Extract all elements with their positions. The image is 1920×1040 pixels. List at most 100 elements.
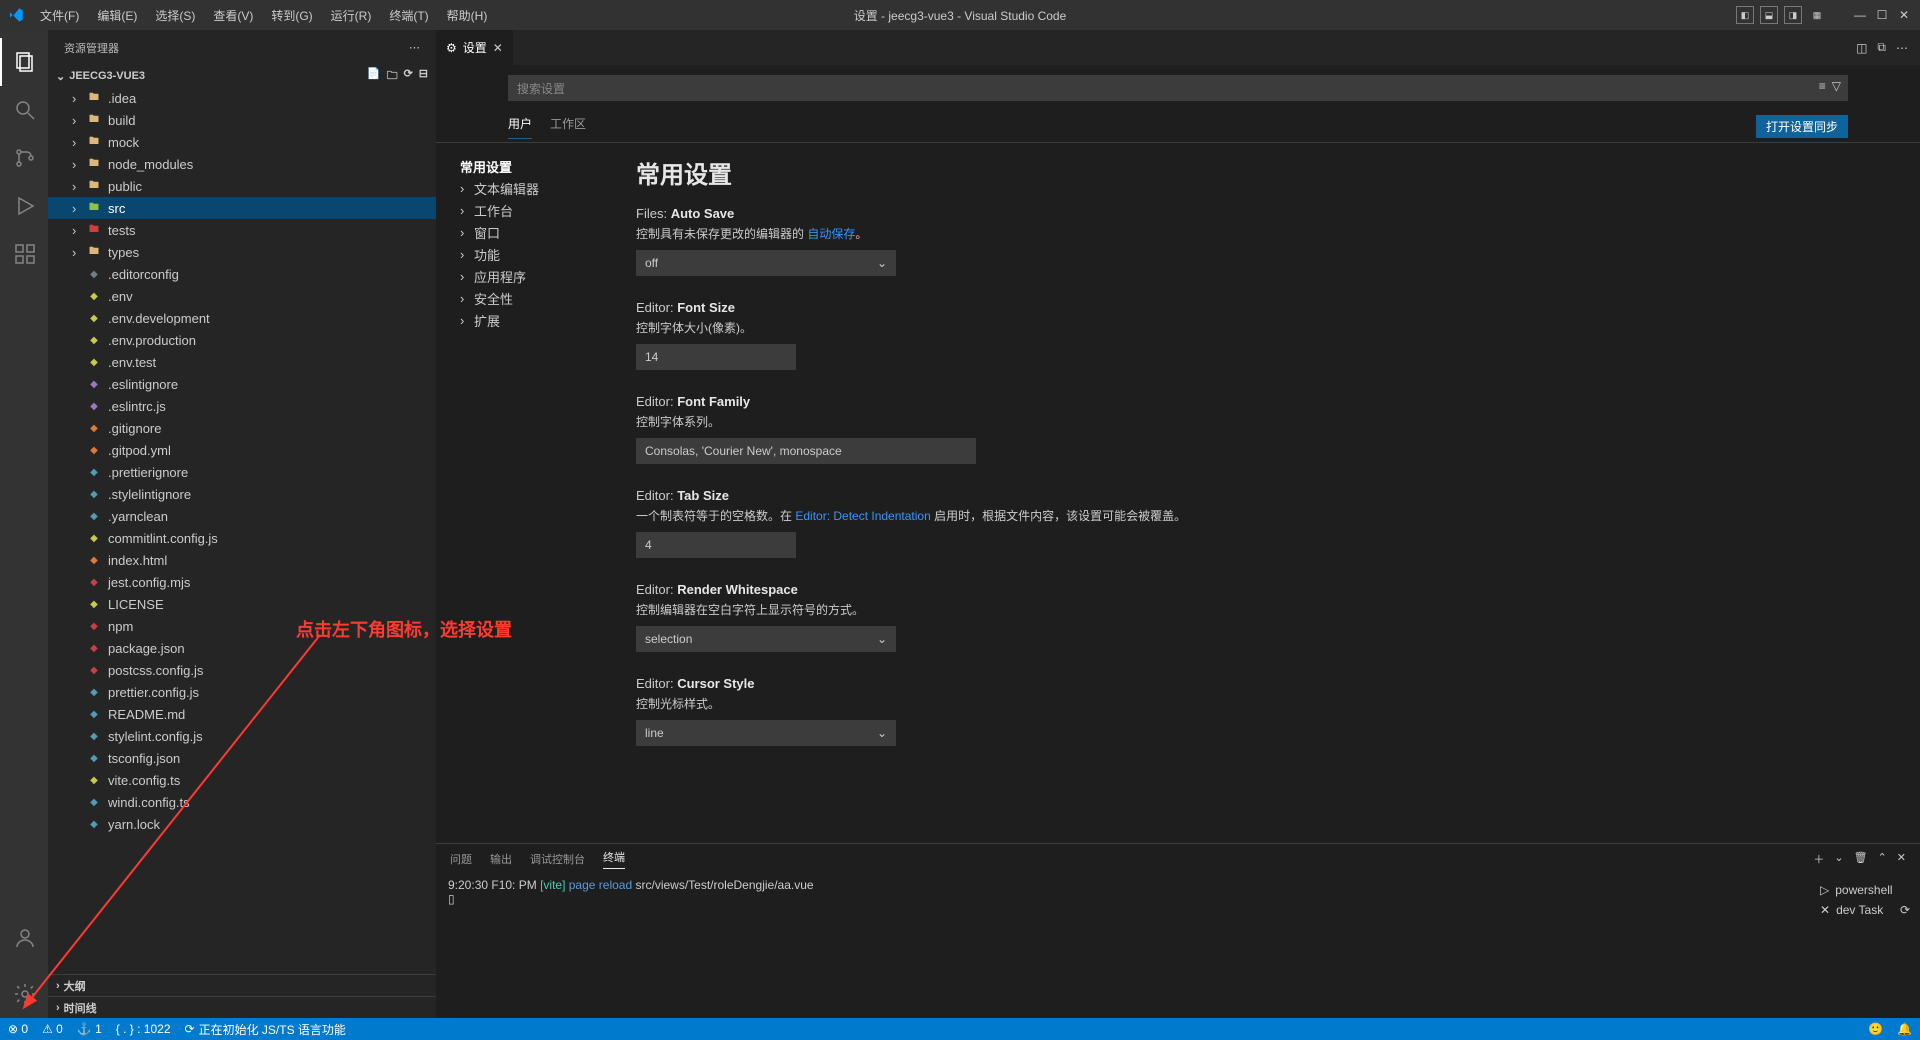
sidebar-more-icon[interactable]: ⋯ (409, 41, 420, 54)
activity-settings[interactable] (0, 970, 48, 1018)
detect-indent-link[interactable]: Editor: Detect Indentation (795, 509, 930, 523)
scope-user[interactable]: 用户 (508, 115, 532, 139)
close-panel-icon[interactable]: ✕ (1897, 851, 1906, 867)
menu-goto[interactable]: 转到(G) (263, 3, 320, 28)
file-.stylelintignore[interactable]: ◆.stylelintignore (48, 483, 436, 505)
file-.editorconfig[interactable]: ◆.editorconfig (48, 263, 436, 285)
file-prettier.config.js[interactable]: ◆prettier.config.js (48, 681, 436, 703)
layout-grid-icon[interactable]: ▦ (1808, 6, 1826, 24)
folder-build[interactable]: ›🖿build (48, 109, 436, 131)
scope-workspace[interactable]: 工作区 (550, 115, 586, 138)
file-.prettierignore[interactable]: ◆.prettierignore (48, 461, 436, 483)
panel-tab-problems[interactable]: 问题 (450, 851, 472, 867)
menu-view[interactable]: 查看(V) (205, 3, 261, 28)
folder-mock[interactable]: ›🖿mock (48, 131, 436, 153)
activity-debug[interactable] (0, 182, 48, 230)
layout-right-icon[interactable]: ◨ (1784, 6, 1802, 24)
folder-src[interactable]: ›🖿src (48, 197, 436, 219)
whitespace-select[interactable]: selection⌄ (636, 626, 896, 652)
menu-help[interactable]: 帮助(H) (439, 3, 496, 28)
folder-node_modules[interactable]: ›🖿node_modules (48, 153, 436, 175)
new-file-icon[interactable]: 📄 (367, 67, 381, 86)
folder-.idea[interactable]: ›🖿.idea (48, 87, 436, 109)
autosave-select[interactable]: off⌄ (636, 250, 896, 276)
sb-errors[interactable]: ⊗ 0 (8, 1022, 28, 1036)
minimize-icon[interactable]: — (1852, 7, 1868, 23)
collapse-icon[interactable]: ⊟ (419, 67, 428, 86)
sb-ports[interactable]: ⚓ 1 (77, 1022, 102, 1036)
file-README.md[interactable]: ◆README.md (48, 703, 436, 725)
menu-select[interactable]: 选择(S) (147, 3, 203, 28)
activity-search[interactable] (0, 86, 48, 134)
menu-terminal[interactable]: 终端(T) (381, 3, 436, 28)
folder-types[interactable]: ›🖿types (48, 241, 436, 263)
file-.env.production[interactable]: ◆.env.production (48, 329, 436, 351)
terminal-item-powershell[interactable]: ▷powershell (1820, 880, 1910, 900)
layout-left-icon[interactable]: ◧ (1736, 6, 1754, 24)
file-stylelint.config.js[interactable]: ◆stylelint.config.js (48, 725, 436, 747)
fontfamily-input[interactable]: Consolas, 'Courier New', monospace (636, 438, 976, 464)
toc-texteditor[interactable]: ›文本编辑器 (460, 177, 636, 199)
file-.gitpod.yml[interactable]: ◆.gitpod.yml (48, 439, 436, 461)
sb-init[interactable]: ⟳ 正在初始化 JS/TS 语言功能 (185, 1021, 346, 1038)
folder-public[interactable]: ›🖿public (48, 175, 436, 197)
toc-common[interactable]: 常用设置 (460, 155, 636, 177)
toc-workbench[interactable]: ›工作台 (460, 199, 636, 221)
file-npm[interactable]: ◆npm (48, 615, 436, 637)
folder-tests[interactable]: ›🖿tests (48, 219, 436, 241)
clear-icon[interactable]: ≡ (1819, 79, 1826, 93)
file-index.html[interactable]: ◆index.html (48, 549, 436, 571)
file-package.json[interactable]: ◆package.json (48, 637, 436, 659)
activity-account[interactable] (0, 914, 48, 962)
file-.eslintignore[interactable]: ◆.eslintignore (48, 373, 436, 395)
layout-bottom-icon[interactable]: ⬓ (1760, 6, 1778, 24)
file-postcss.config.js[interactable]: ◆postcss.config.js (48, 659, 436, 681)
file-tsconfig.json[interactable]: ◆tsconfig.json (48, 747, 436, 769)
file-.yarnclean[interactable]: ◆.yarnclean (48, 505, 436, 527)
project-header[interactable]: ⌄ JEECG3-VUE3 📄 🗀 ⟳ ⊟ (48, 65, 436, 87)
terminal-output[interactable]: 9:20:30 F10: PM [vite] page reload src/v… (436, 874, 1810, 1018)
new-terminal-icon[interactable]: ＋ (1813, 851, 1824, 867)
tabsize-input[interactable]: 4 (636, 532, 796, 558)
file-.eslintrc.js[interactable]: ◆.eslintrc.js (48, 395, 436, 417)
split-terminal-icon[interactable]: ⌄ (1834, 851, 1843, 867)
tab-close-icon[interactable]: ✕ (493, 41, 503, 55)
toc-security[interactable]: ›安全性 (460, 287, 636, 309)
menu-file[interactable]: 文件(F) (32, 3, 87, 28)
settings-search[interactable]: 搜索设置 ≡ ▽ (508, 75, 1848, 101)
tab-settings[interactable]: ⚙ 设置 ✕ (436, 30, 514, 65)
activity-explorer[interactable] (0, 38, 48, 86)
file-.env[interactable]: ◆.env (48, 285, 436, 307)
file-.gitignore[interactable]: ◆.gitignore (48, 417, 436, 439)
tab-more-icon[interactable]: ⋯ (1896, 41, 1908, 55)
menu-run[interactable]: 运行(R) (323, 3, 380, 28)
sb-feedback-icon[interactable]: 🙂 (1868, 1022, 1883, 1036)
fontsize-input[interactable]: 14 (636, 344, 796, 370)
filter-icon[interactable]: ▽ (1832, 79, 1841, 93)
maximize-icon[interactable]: ☐ (1874, 7, 1890, 23)
panel-tab-output[interactable]: 输出 (490, 851, 512, 867)
file-windi.config.ts[interactable]: ◆windi.config.ts (48, 791, 436, 813)
toc-features[interactable]: ›功能 (460, 243, 636, 265)
toc-extensions[interactable]: ›扩展 (460, 309, 636, 331)
sync-button[interactable]: 打开设置同步 (1756, 115, 1848, 138)
activity-scm[interactable] (0, 134, 48, 182)
file-commitlint.config.js[interactable]: ◆commitlint.config.js (48, 527, 436, 549)
panel-tab-debug[interactable]: 调试控制台 (530, 851, 585, 867)
trash-icon[interactable]: 🗑 (1854, 851, 1868, 867)
file-.env.development[interactable]: ◆.env.development (48, 307, 436, 329)
new-folder-icon[interactable]: 🗀 (387, 67, 398, 86)
file-LICENSE[interactable]: ◆LICENSE (48, 593, 436, 615)
toc-application[interactable]: ›应用程序 (460, 265, 636, 287)
terminal-item-dev[interactable]: ✕dev Task⟳ (1820, 900, 1910, 920)
file-.env.test[interactable]: ◆.env.test (48, 351, 436, 373)
timeline-section[interactable]: ›时间线 (48, 996, 436, 1018)
sb-line[interactable]: { . } : 1022 (116, 1022, 171, 1036)
maximize-panel-icon[interactable]: ⌃ (1878, 851, 1887, 867)
split-editor-icon[interactable]: ◫ (1856, 41, 1867, 55)
sb-bell-icon[interactable]: 🔔 (1897, 1022, 1912, 1036)
autosave-link[interactable]: 自动保存 (807, 227, 855, 241)
file-yarn.lock[interactable]: ◆yarn.lock (48, 813, 436, 835)
outline-section[interactable]: ›大纲 (48, 974, 436, 996)
cursor-select[interactable]: line⌄ (636, 720, 896, 746)
